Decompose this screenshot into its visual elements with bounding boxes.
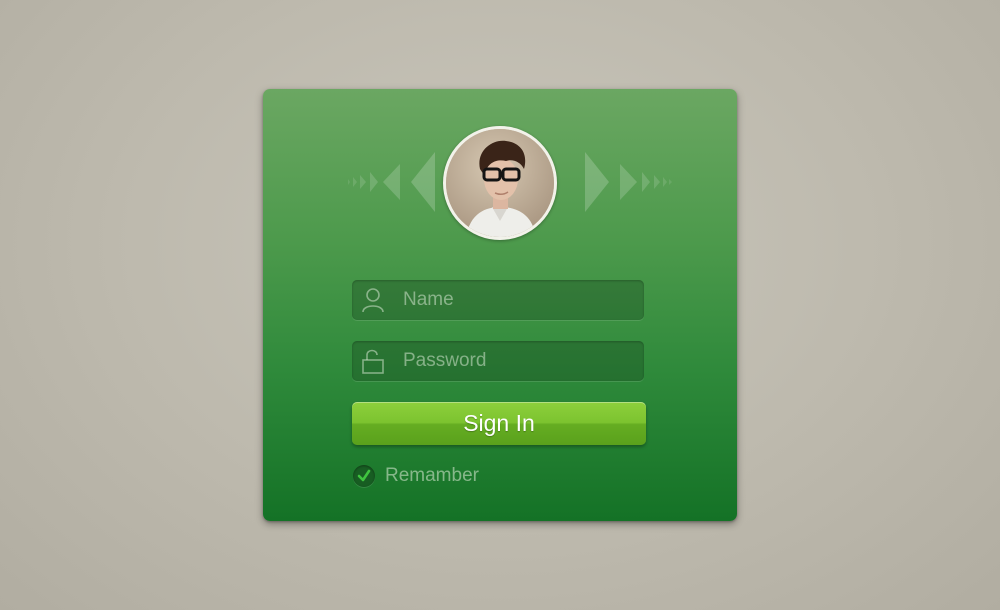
checkmark-icon[interactable] [353,465,375,487]
user-avatar [443,126,557,240]
user-icon [362,287,384,313]
login-card: Sign In Remamber [263,89,737,521]
remember-me-checkbox[interactable]: Remamber [353,465,479,487]
lock-icon [362,348,384,374]
right-chevrons-decoration [585,152,672,212]
name-input[interactable] [403,280,648,320]
sign-in-button[interactable]: Sign In [352,402,646,445]
password-field[interactable] [352,341,648,381]
name-field[interactable] [352,280,648,320]
remember-me-label: Remamber [385,465,479,486]
password-input[interactable] [403,341,648,381]
